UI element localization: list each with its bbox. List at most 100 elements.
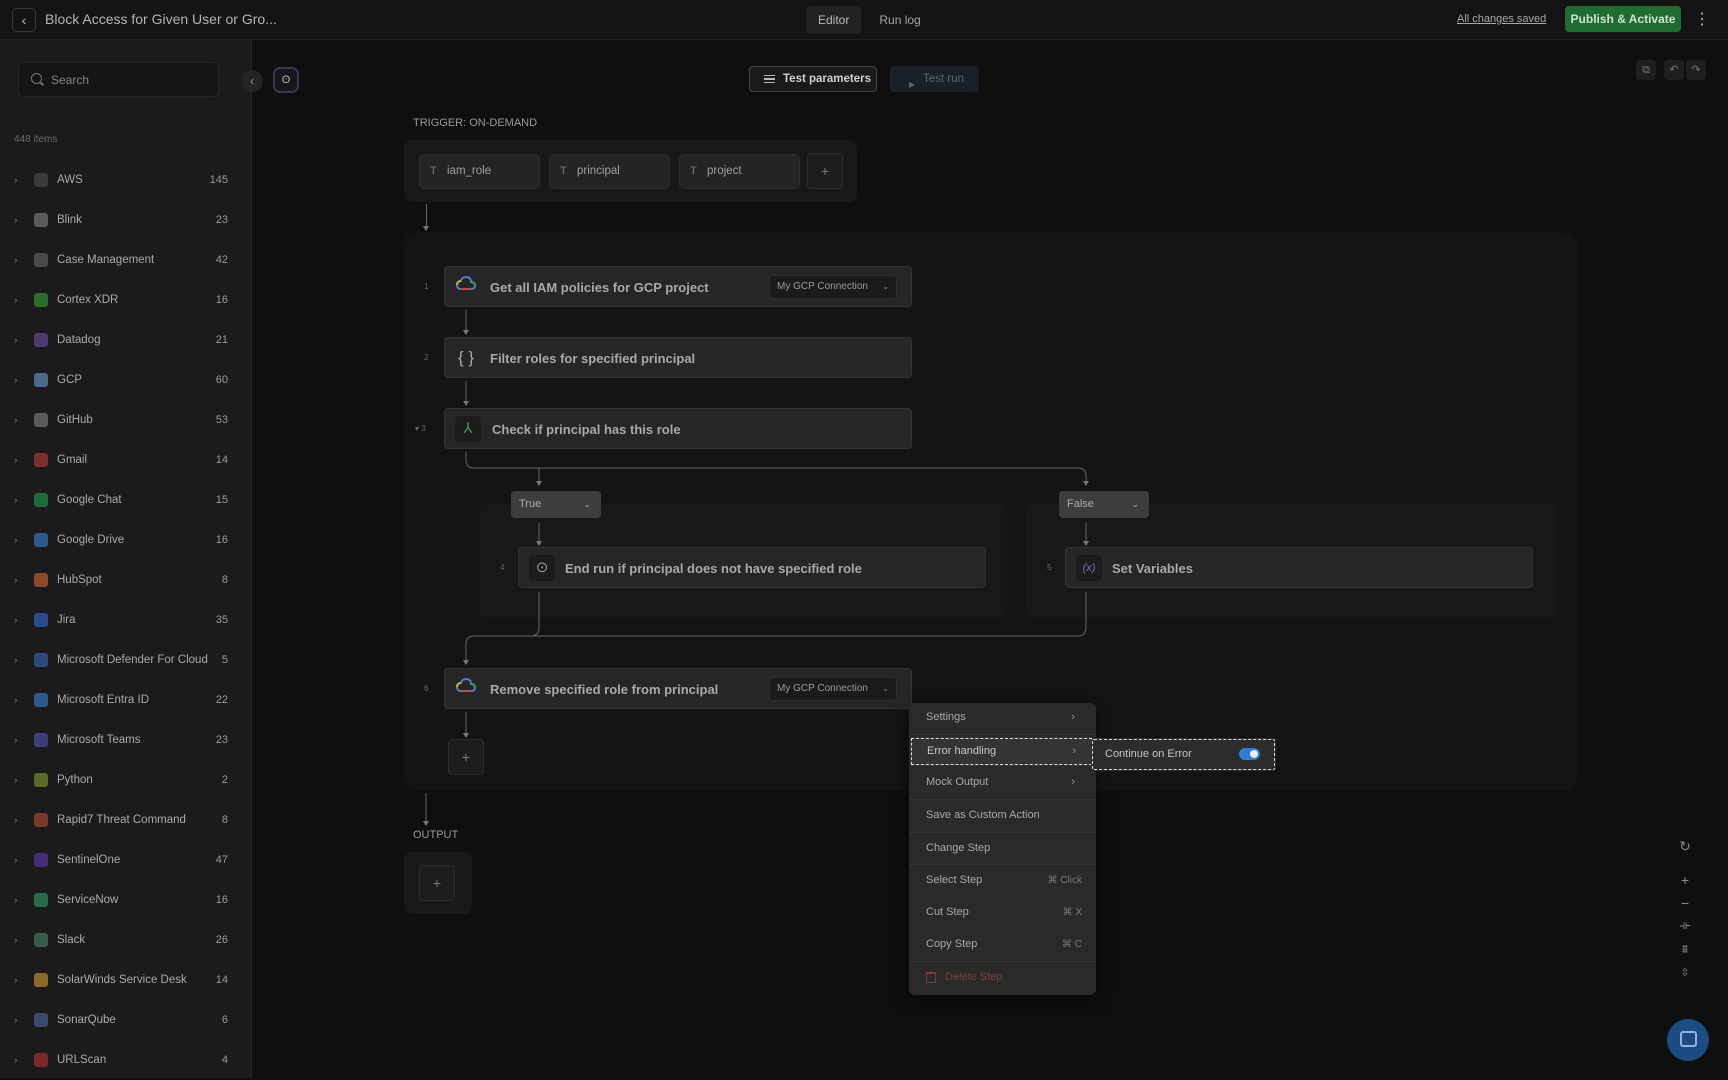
- copilot-icon[interactable]: ʘ: [273, 67, 299, 93]
- expand-collapse-icon[interactable]: ⇳: [1674, 966, 1696, 979]
- copy-icon[interactable]: ⧉: [1636, 60, 1656, 80]
- trigger-param-principal[interactable]: Tprincipal: [549, 154, 670, 189]
- sidebar-item-blink[interactable]: › Blink 23: [0, 200, 252, 240]
- redo-icon[interactable]: ↷: [1686, 60, 1706, 80]
- sidebar-item-gmail[interactable]: › Gmail 14: [0, 440, 252, 480]
- menu-item-copy-step[interactable]: Copy Step ⌘ C: [909, 930, 1096, 959]
- fit-horizontal-icon[interactable]: ⟛: [1674, 918, 1696, 933]
- more-options-icon[interactable]: ⋮: [1694, 8, 1710, 32]
- reset-view-icon[interactable]: ↻: [1674, 838, 1696, 855]
- step-card-6[interactable]: Remove specified role from principal My …: [444, 668, 912, 709]
- step-card-1[interactable]: Get all IAM policies for GCP project My …: [444, 266, 912, 307]
- menu-item-change-step[interactable]: Change Step: [909, 834, 1096, 863]
- chevron-right-icon: ›: [14, 294, 18, 306]
- publish-activate-button[interactable]: Publish & Activate: [1565, 6, 1681, 32]
- false-branch-select[interactable]: False ⌄: [1059, 491, 1149, 518]
- integration-logo-icon: [34, 693, 48, 707]
- sidebar-item-label: HubSpot: [57, 574, 102, 586]
- sidebar-item-count: 21: [215, 334, 228, 346]
- test-parameters-button[interactable]: Test parameters: [749, 66, 877, 92]
- sidebar-item-count: 6: [221, 1014, 228, 1026]
- sidebar-item-sonarqube[interactable]: › SonarQube 6: [0, 1000, 252, 1040]
- sidebar-item-python[interactable]: › Python 2: [0, 760, 252, 800]
- chevron-right-icon: ›: [14, 694, 18, 706]
- sidebar-item-microsoft-teams[interactable]: › Microsoft Teams 23: [0, 720, 252, 760]
- trigger-param-iam-role[interactable]: Tiam_role: [419, 154, 540, 189]
- menu-item-cut-step[interactable]: Cut Step ⌘ X: [909, 898, 1096, 927]
- menu-item-settings[interactable]: Settings ›: [909, 703, 1096, 732]
- step-card-2[interactable]: { } Filter roles for specified principal: [444, 337, 912, 378]
- sidebar-item-label: Rapid7 Threat Command: [57, 814, 186, 826]
- sidebar-item-urlscan[interactable]: › URLScan 4: [0, 1040, 252, 1080]
- sidebar-item-google-chat[interactable]: › Google Chat 15: [0, 480, 252, 520]
- true-branch-select[interactable]: True ⌄: [511, 491, 601, 518]
- integration-logo-icon: [34, 493, 48, 507]
- tab-run-log[interactable]: Run log: [867, 6, 932, 34]
- search-input[interactable]: [51, 63, 211, 96]
- add-output-button[interactable]: +: [419, 865, 455, 901]
- sidebar-item-cortex-xdr[interactable]: › Cortex XDR 16: [0, 280, 252, 320]
- sidebar-item-gcp[interactable]: › GCP 60: [0, 360, 252, 400]
- sidebar-item-hubspot[interactable]: › HubSpot 8: [0, 560, 252, 600]
- sidebar-item-sentinelone[interactable]: › SentinelOne 47: [0, 840, 252, 880]
- menu-item-label: Select Step: [926, 874, 983, 886]
- sidebar-item-slack[interactable]: › Slack 26: [0, 920, 252, 960]
- menu-item-save-custom-action[interactable]: Save as Custom Action: [909, 801, 1096, 830]
- sidebar-item-aws[interactable]: › AWS 145: [0, 160, 252, 200]
- sidebar-item-microsoft-defender-for-cloud[interactable]: › Microsoft Defender For Cloud 5: [0, 640, 252, 680]
- step-card-4[interactable]: ⊙ End run if principal does not have spe…: [518, 547, 986, 588]
- undo-icon[interactable]: ↶: [1664, 60, 1684, 80]
- menu-item-select-step[interactable]: Select Step ⌘ Click: [909, 866, 1096, 895]
- menu-item-mock-output[interactable]: Mock Output ›: [909, 768, 1096, 797]
- sidebar-item-count: 14: [215, 974, 228, 986]
- back-button[interactable]: ‹: [12, 8, 36, 32]
- sidebar-item-microsoft-entra-id[interactable]: › Microsoft Entra ID 22: [0, 680, 252, 720]
- integration-logo-icon: [34, 653, 48, 667]
- collapse-sidebar-button[interactable]: ‹: [241, 70, 263, 92]
- integration-logo-icon: [34, 813, 48, 827]
- step-card-5[interactable]: (x) Set Variables: [1065, 547, 1533, 588]
- integration-list: › AWS 145 › Blink 23 › Case Management 42 › Cortex…: [0, 160, 252, 1080]
- sidebar-item-github[interactable]: › GitHub 53: [0, 400, 252, 440]
- sidebar-item-solarwinds-service-desk[interactable]: › SolarWinds Service Desk 14: [0, 960, 252, 1000]
- shortcut-hint: ⌘ X: [1062, 907, 1082, 918]
- sidebar-item-datadog[interactable]: › Datadog 21: [0, 320, 252, 360]
- sidebar-item-jira[interactable]: › Jira 35: [0, 600, 252, 640]
- test-run-button[interactable]: ▶ Test run: [890, 66, 979, 92]
- menu-item-error-handling[interactable]: Error handling ›: [910, 737, 1093, 766]
- menu-item-label: Cut Step: [926, 906, 969, 918]
- connection-select[interactable]: My GCP Connection ⌄: [769, 677, 897, 701]
- sidebar-item-case-management[interactable]: › Case Management 42: [0, 240, 252, 280]
- sidebar-item-label: Gmail: [57, 454, 88, 466]
- sidebar-item-count: 8: [221, 814, 228, 826]
- items-count: 448 items: [14, 134, 58, 145]
- continue-on-error-toggle[interactable]: [1239, 748, 1260, 760]
- chevron-right-icon: ›: [14, 374, 18, 386]
- chat-support-button[interactable]: [1667, 1019, 1709, 1061]
- sidebar-item-label: Microsoft Defender For Cloud: [57, 654, 208, 666]
- zoom-out-icon[interactable]: −: [1674, 895, 1696, 911]
- sidebar-item-label: GCP: [57, 374, 82, 386]
- step-title: Remove specified role from principal: [490, 682, 719, 697]
- fit-vertical-icon[interactable]: ⩩: [1674, 942, 1696, 957]
- text-type-icon: T: [690, 165, 697, 177]
- zoom-in-icon[interactable]: +: [1674, 872, 1696, 888]
- sidebar-item-count: 4: [221, 1054, 228, 1066]
- sidebar-item-label: Microsoft Entra ID: [57, 694, 150, 706]
- sidebar-item-rapid7-threat-command[interactable]: › Rapid7 Threat Command 8: [0, 800, 252, 840]
- sidebar-item-count: 15: [215, 494, 228, 506]
- step-card-3[interactable]: ⅄ Check if principal has this role: [444, 408, 912, 449]
- menu-item-delete-step[interactable]: Delete Step: [909, 963, 1096, 992]
- save-status-link[interactable]: All changes saved: [1457, 13, 1546, 25]
- add-parameter-button[interactable]: +: [807, 153, 843, 189]
- trigger-label: TRIGGER: ON-DEMAND: [413, 117, 538, 129]
- connection-select[interactable]: My GCP Connection ⌄: [769, 275, 897, 299]
- sidebar-item-servicenow[interactable]: › ServiceNow 16: [0, 880, 252, 920]
- sidebar-item-google-drive[interactable]: › Google Drive 16: [0, 520, 252, 560]
- sidebar-item-label: SolarWinds Service Desk: [57, 974, 187, 986]
- add-step-button[interactable]: +: [448, 739, 484, 775]
- sidebar-item-label: AWS: [57, 174, 83, 186]
- trigger-param-project[interactable]: Tproject: [679, 154, 800, 189]
- tab-editor[interactable]: Editor: [806, 6, 862, 34]
- integration-logo-icon: [34, 533, 48, 547]
